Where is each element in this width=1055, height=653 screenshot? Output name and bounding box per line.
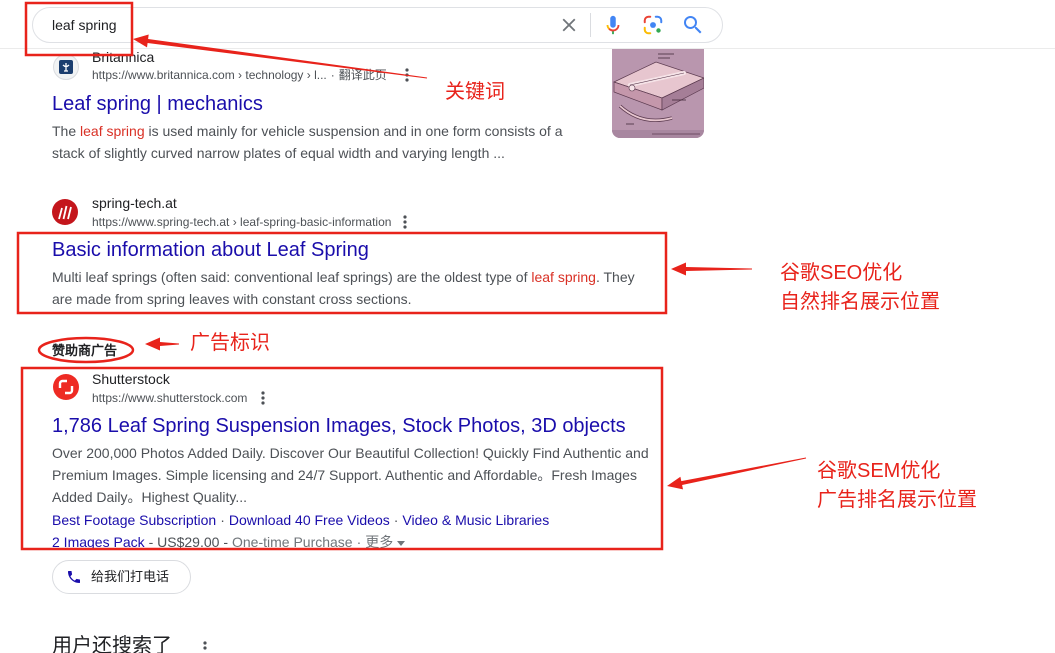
sponsored-label: 赞助商广告 bbox=[52, 343, 118, 358]
offer-link[interactable]: 2 Images Pack bbox=[52, 534, 145, 550]
offer-price: - US$29.00 - bbox=[148, 534, 228, 550]
result-url-line: https://www.britannica.com › technology … bbox=[92, 68, 387, 82]
close-icon[interactable] bbox=[557, 13, 581, 37]
result-url[interactable]: https://www.britannica.com › technology … bbox=[92, 68, 327, 82]
spring-tech-favicon-icon bbox=[52, 199, 78, 225]
sitelink[interactable]: Download 40 Free Videos bbox=[229, 512, 390, 528]
ad-sitelinks: Best Footage Subscription · Download 40 Fr… bbox=[52, 512, 549, 528]
search-header bbox=[0, 0, 1055, 49]
search-icon[interactable] bbox=[681, 13, 705, 37]
snippet-text: The bbox=[52, 123, 81, 139]
search-divider bbox=[590, 13, 591, 37]
caret-down-icon[interactable] bbox=[397, 540, 406, 546]
microphone-icon[interactable] bbox=[601, 13, 625, 37]
more-vert-icon[interactable] bbox=[203, 641, 207, 653]
sitelink[interactable]: Video & Music Libraries bbox=[402, 512, 549, 528]
more-vert-icon[interactable] bbox=[403, 215, 407, 229]
more-offers-button[interactable]: 更多 bbox=[365, 534, 393, 550]
annotation-seo-desc: 自然排名展示位置 bbox=[780, 291, 940, 313]
sitelink-separator: · bbox=[220, 512, 225, 528]
call-button[interactable]: 给我们打电话 bbox=[52, 560, 191, 594]
ad-snippet: Over 200,000 Photos Added Daily. Discove… bbox=[52, 445, 649, 505]
phone-icon bbox=[68, 571, 80, 583]
result-url[interactable]: https://www.spring-tech.at › leaf-spring… bbox=[92, 215, 391, 229]
annotation-sem-desc: 广告排名展示位置 bbox=[817, 489, 977, 511]
sem-arrow bbox=[667, 457, 807, 490]
britannica-favicon-icon bbox=[53, 54, 79, 80]
annotation-keyword: 关键词 bbox=[445, 81, 505, 103]
offer-separator: · bbox=[356, 534, 362, 550]
call-button-label: 给我们打电话 bbox=[91, 569, 170, 584]
annotation-sem-title: 谷歌SEM优化 bbox=[817, 460, 941, 482]
ad-title-link[interactable]: 1,786 Leaf Spring Suspension Images, Sto… bbox=[52, 414, 626, 438]
search-input[interactable] bbox=[52, 14, 532, 36]
ad-site-name[interactable]: Shutterstock bbox=[92, 371, 170, 387]
ad-label-arrow bbox=[145, 337, 179, 351]
seo-arrow bbox=[671, 262, 752, 276]
result-site-name[interactable]: spring-tech.at bbox=[92, 195, 177, 211]
result-title-link[interactable]: Leaf spring | mechanics bbox=[52, 92, 263, 116]
ad-url[interactable]: https://www.shutterstock.com bbox=[92, 391, 247, 405]
more-vert-icon[interactable] bbox=[261, 391, 265, 405]
snippet-text: Multi leaf springs (often said: conventi… bbox=[52, 269, 532, 285]
shutterstock-favicon-icon bbox=[53, 374, 79, 400]
annotation-ad-label: 广告标识 bbox=[190, 332, 270, 354]
related-searches-heading: 用户还搜索了 bbox=[52, 635, 172, 653]
translate-link[interactable]: 翻译此页 bbox=[339, 68, 387, 82]
result-snippet: Multi leaf springs (often said: conventi… bbox=[52, 266, 644, 310]
sitelink[interactable]: Best Footage Subscription bbox=[52, 512, 216, 528]
sitelink-separator: · bbox=[393, 512, 399, 528]
result-site-name[interactable]: Britannica bbox=[92, 49, 154, 65]
offer-type: One-time Purchase bbox=[231, 534, 353, 550]
url-separator: · bbox=[330, 68, 335, 82]
result-thumbnail-image[interactable] bbox=[612, 48, 704, 138]
snippet-highlight: leaf spring bbox=[531, 269, 596, 285]
annotation-seo-title: 谷歌SEO优化 bbox=[780, 262, 903, 284]
camera-lens-icon[interactable] bbox=[641, 13, 665, 37]
more-vert-icon[interactable] bbox=[405, 68, 409, 82]
snippet-highlight: leaf spring bbox=[80, 123, 145, 139]
ad-offer-line: 2 Images Pack - US$29.00 - One-time Purcha… bbox=[52, 534, 406, 550]
result-snippet: The leaf spring is used mainly for vehic… bbox=[52, 120, 572, 164]
result-title-link[interactable]: Basic information about Leaf Spring bbox=[52, 238, 369, 262]
